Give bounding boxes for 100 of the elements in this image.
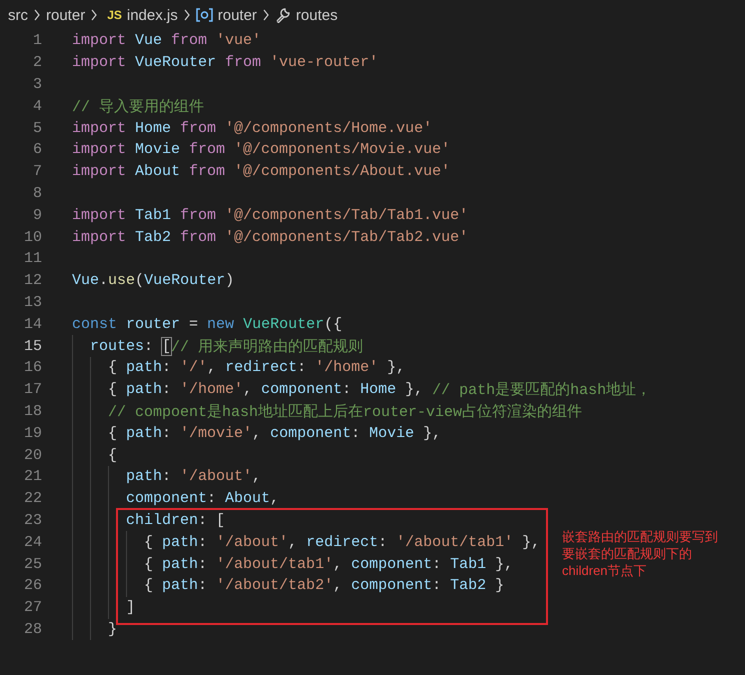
code-token: from [179,120,216,137]
line-number: 13 [22,294,42,311]
code-token: import [72,206,126,224]
code-token: Home [360,381,396,398]
line-number: 12 [22,272,42,290]
code-token: path [126,359,162,376]
line-number: 1 [32,32,42,50]
code-token: use [108,272,136,290]
code-comment: // compoent是hash地址匹配上后在router-view占位符渲染的组件 [108,402,582,421]
code-token: '/about/tab1' [216,556,334,573]
code-token: Tab2 [450,577,486,594]
breadcrumb-item[interactable]: index.js [126,6,178,24]
code-token: { [108,446,118,464]
code-token: : [198,556,208,573]
line-number: 28 [22,620,42,638]
breadcrumb-item[interactable]: router [46,6,86,24]
code-token: About [225,490,270,508]
code-token: , [207,359,218,376]
code-token: routes [90,338,144,355]
code-token: component [270,424,352,442]
chevron-icon [90,9,98,21]
code-token: { [144,556,154,573]
code-token: from [188,163,226,180]
line-number: 18 [22,402,42,420]
code-token: new [206,316,234,333]
code-token: : [432,556,442,573]
code-token: : [162,424,172,442]
code-token: component [351,556,432,573]
code-token: from [179,206,216,224]
code-token: }, [521,534,540,551]
code-token: Vue [134,32,162,50]
wrench-icon [274,7,291,23]
code-token: '/about' [180,468,252,486]
line-number: 5 [32,120,42,137]
code-token: VueRouter [134,54,216,72]
line-number: 10 [22,228,42,246]
code-comment: // 用来声明路由的匹配规则 [171,338,364,356]
line-number: 15 [22,338,42,355]
chevron-icon [262,9,270,21]
code-token: } [494,577,504,594]
code-token: path [126,381,162,398]
code-token: , [243,381,254,398]
breadcrumb-item[interactable]: src [8,6,28,24]
code-token: path [162,534,198,551]
line-number: 11 [22,250,42,268]
code-token: '/home' [180,381,244,398]
code-comment: // path是要匹配的hash地址， [432,380,652,400]
code-token: '/home' [315,359,378,376]
line-number: 19 [22,424,42,442]
code-token: : [198,577,208,594]
code-token: 'vue-router' [269,54,378,72]
line-number: 9 [32,206,42,224]
annotation-note: 嵌套路由的匹配规则要写到要嵌套的匹配规则下的children节点下 [562,528,719,579]
code-token: : [162,468,172,486]
code-token: : [378,534,388,551]
code-token: , [333,577,344,594]
code-comment: // 导入要用的组件 [72,98,204,116]
code-token: : [297,359,308,376]
code-token: ( [135,272,144,290]
code-token: path [126,468,162,486]
code-token: { [108,359,118,376]
code-token: , [252,468,262,486]
code-token: '/movie' [180,424,252,442]
code-token: component [126,490,208,508]
line-number: 14 [22,316,42,333]
code-token: const [72,316,118,333]
code-token: from [224,54,262,72]
code-token: Movie [369,424,414,442]
code-token: , [333,556,344,573]
code-token: : [198,534,208,551]
code-token: Tab1 [134,206,172,224]
breadcrumb-item[interactable]: routes [296,6,338,24]
code-token: [ [162,338,172,355]
line-number: 6 [32,141,42,158]
code-token: '@/components/About.vue' [233,163,450,180]
code-token: ({ [324,316,342,333]
code-token: , [270,490,280,508]
code-token: '@/components/Movie.vue' [233,141,450,158]
line-number: 25 [22,556,42,573]
code-token: : [162,381,172,398]
code-token: '@/components/Tab/Tab1.vue' [224,206,468,224]
code-token: } [108,620,118,638]
code-token: import [72,120,126,137]
code-token: children [126,512,198,529]
code-token: }, [422,424,442,442]
code-token: }, [386,359,406,376]
code-token: { [144,534,154,551]
code-token: redirect [306,534,378,551]
line-number: 3 [32,76,42,93]
code-token: }, [404,381,424,398]
code-token: '@/components/Tab/Tab2.vue' [224,228,468,246]
code-token: router [125,316,180,333]
line-number: 2 [32,54,42,72]
code-token: from [179,228,216,246]
code-token: : [342,381,352,398]
code-token: Tab2 [134,228,172,246]
code-token: '/about/tab1' [396,534,514,551]
code-token: 'vue' [215,32,262,50]
breadcrumb-item[interactable]: router [218,6,257,24]
code-token: path [162,577,198,594]
